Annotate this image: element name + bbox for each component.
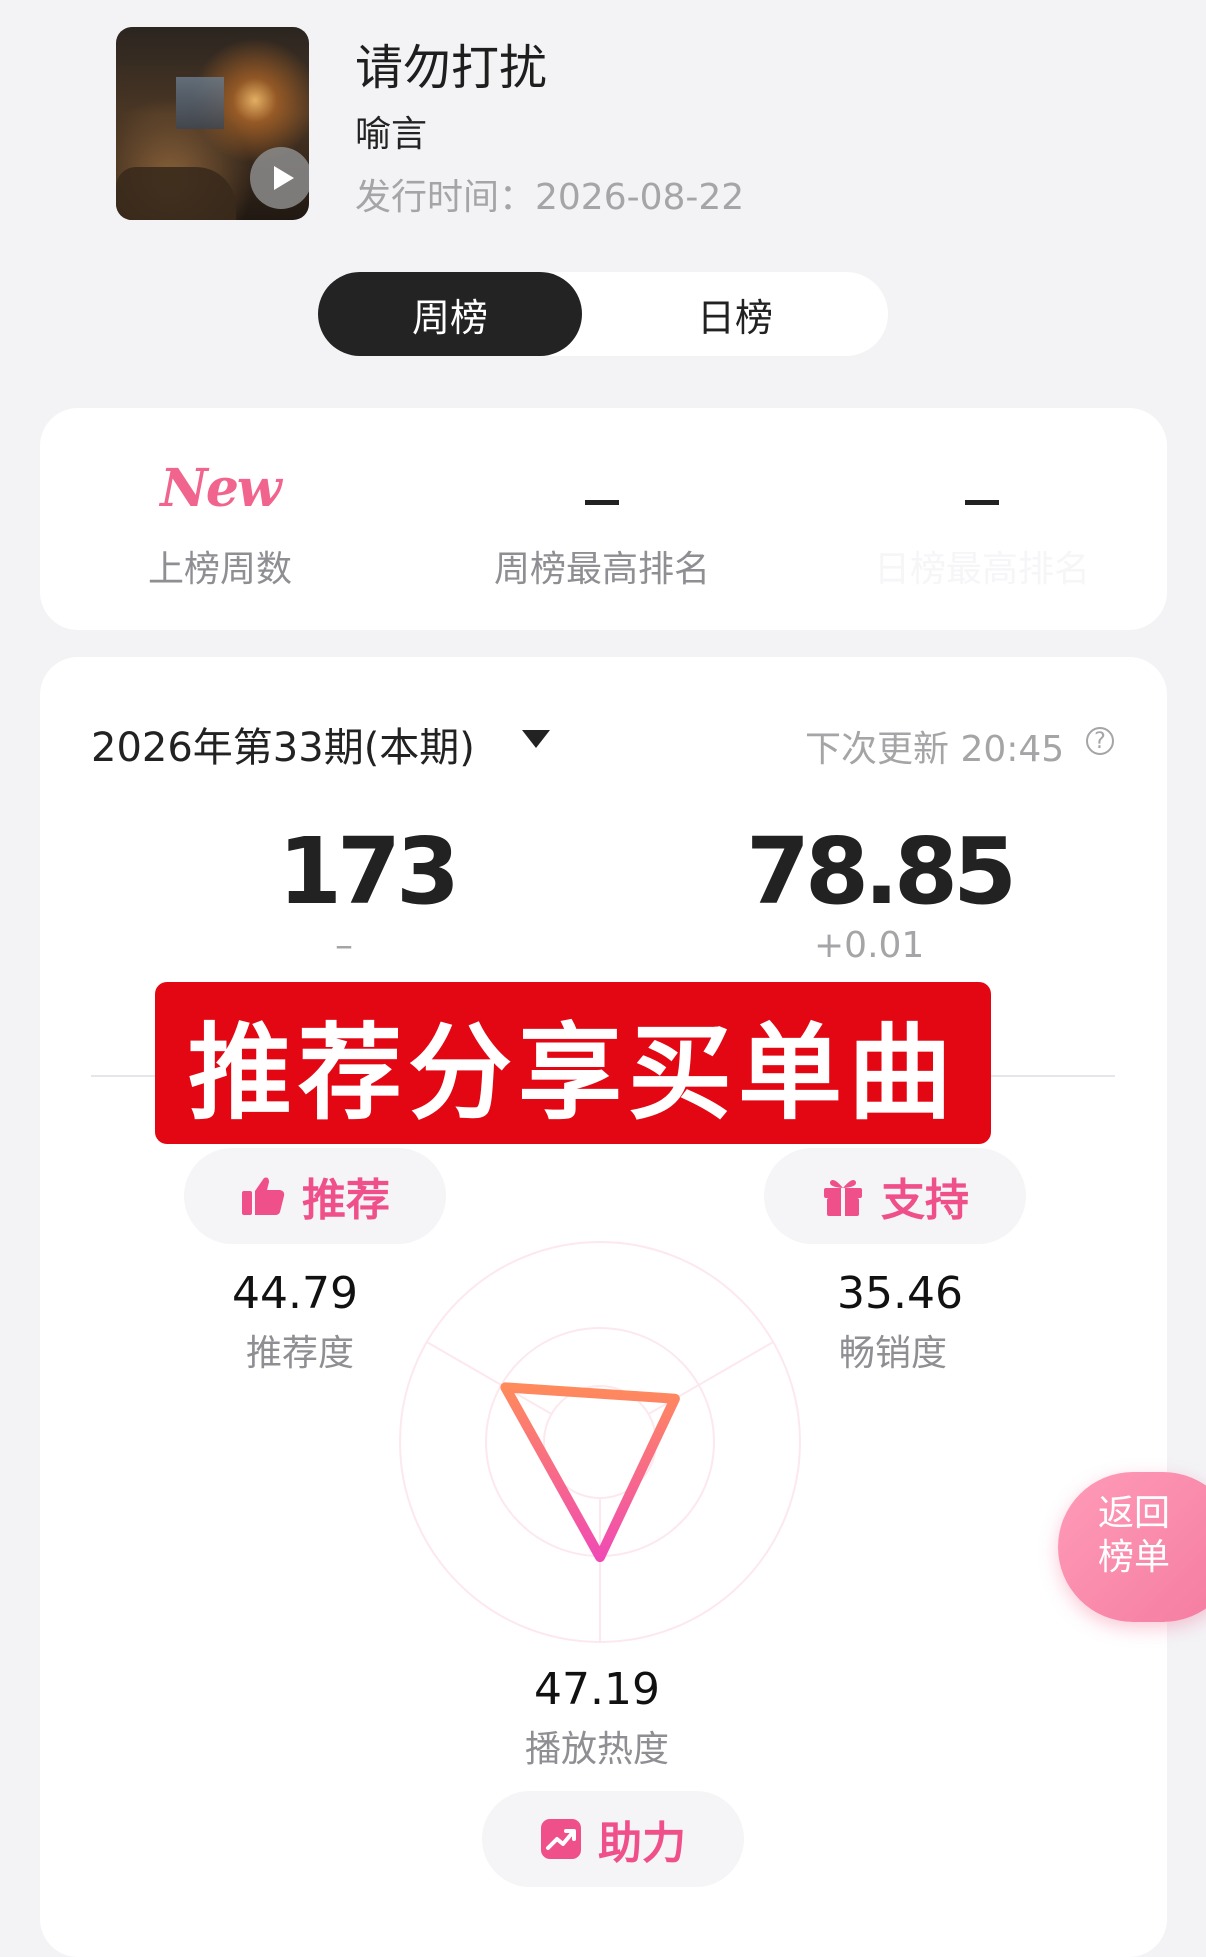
tab-day[interactable]: 日榜 bbox=[582, 272, 888, 356]
recommend-metric-label: 推荐度 bbox=[245, 1333, 354, 1374]
play-icon[interactable] bbox=[250, 147, 309, 209]
stat-weeks: New 上榜周数 bbox=[40, 408, 400, 630]
thumbs-up-icon bbox=[242, 1177, 285, 1215]
stat-value-empty bbox=[585, 500, 619, 505]
sales-value: 35.46 bbox=[837, 1268, 963, 1319]
release-date: 发行时间：2026-08-22 bbox=[355, 177, 745, 218]
play-heat-metric-label: 播放热度 bbox=[524, 1729, 669, 1770]
song-title: 请勿打扰 bbox=[355, 40, 548, 96]
stat-label: 上榜周数 bbox=[147, 549, 292, 590]
artist-name[interactable]: 喻言 bbox=[355, 105, 427, 157]
chart-tabs: 周榜 日榜 bbox=[318, 272, 888, 356]
play-heat-value: 47.19 bbox=[534, 1664, 660, 1715]
next-update: 下次更新 20:45 bbox=[805, 729, 1065, 770]
tab-week[interactable]: 周榜 bbox=[318, 272, 582, 356]
album-cover[interactable] bbox=[116, 27, 309, 220]
boost-button[interactable]: 助力 bbox=[482, 1791, 744, 1887]
recommend-label: 推荐 bbox=[302, 1175, 390, 1226]
rank-value: 173 bbox=[278, 818, 460, 925]
help-icon[interactable]: ? bbox=[1086, 727, 1114, 755]
support-label: 支持 bbox=[881, 1175, 969, 1226]
cover-sofa-art bbox=[116, 167, 236, 220]
cover-window-art bbox=[176, 77, 224, 129]
stats-card: New 上榜周数 周榜最高排名 日榜最高排名 bbox=[40, 408, 1167, 630]
return-label: 返回 榜单 bbox=[1098, 1493, 1171, 1578]
stat-week-peak: 周榜最高排名 bbox=[422, 408, 782, 630]
stat-value-empty bbox=[965, 500, 999, 505]
radar-grid bbox=[399, 1241, 801, 1643]
boost-label: 助力 bbox=[598, 1818, 686, 1869]
return-to-chart-button[interactable]: 返回 榜单 bbox=[1058, 1472, 1206, 1622]
new-badge: New bbox=[160, 458, 281, 519]
stat-label: 周榜最高排名 bbox=[493, 549, 710, 590]
stat-day-peak: 日榜最高排名 bbox=[802, 408, 1162, 630]
gift-icon bbox=[824, 1180, 862, 1216]
score-change: +0.01 bbox=[814, 925, 925, 966]
promo-banner: 推荐分享买单曲 bbox=[155, 982, 991, 1144]
period-selector[interactable]: 2026年第33期(本期) bbox=[91, 715, 475, 773]
trend-icon bbox=[541, 1819, 581, 1859]
caret-down-icon[interactable] bbox=[520, 728, 552, 750]
stat-label: 日榜最高排名 bbox=[873, 549, 1090, 590]
radar-axis bbox=[426, 1341, 553, 1415]
radar-axis bbox=[647, 1341, 774, 1415]
score-value: 78.85 bbox=[746, 818, 1017, 925]
recommend-value: 44.79 bbox=[232, 1268, 358, 1319]
rank-change: – bbox=[335, 925, 353, 966]
radar-chart bbox=[399, 1241, 801, 1643]
